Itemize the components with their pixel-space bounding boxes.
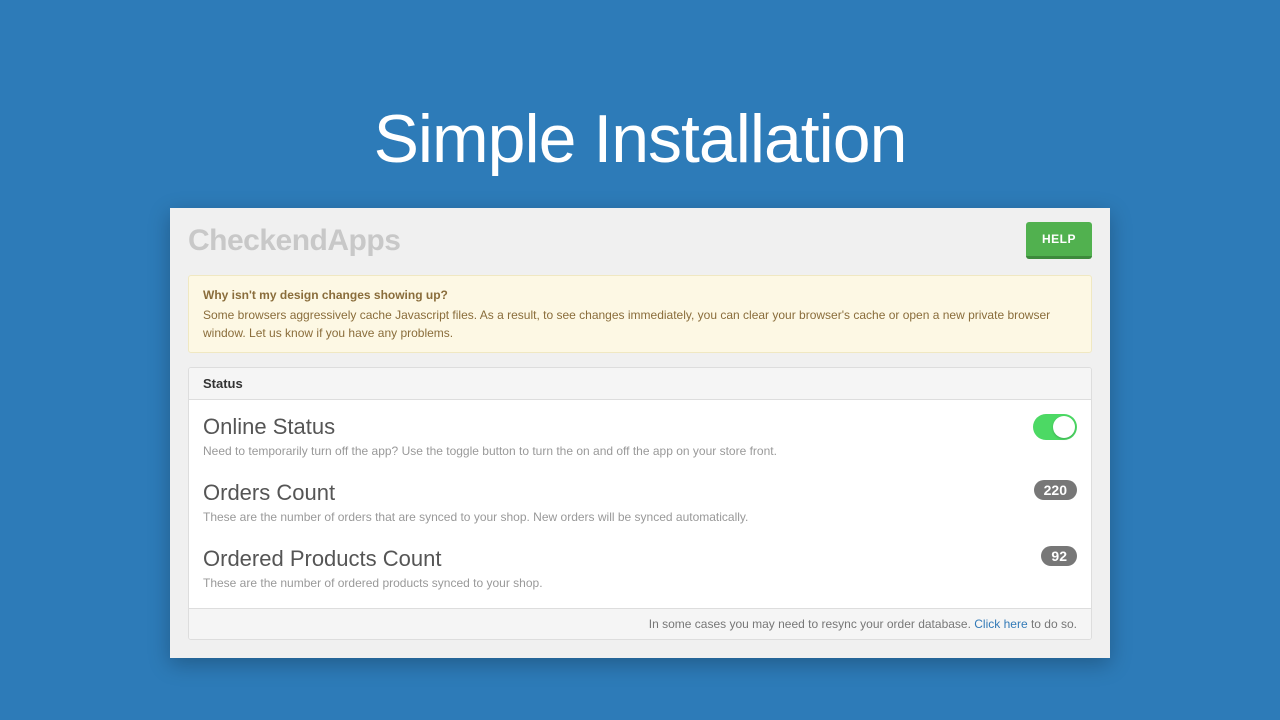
ordered-products-badge: 92: [1041, 546, 1077, 566]
online-status-row: Online Status Need to temporarily turn o…: [203, 414, 1077, 458]
ordered-products-title: Ordered Products Count: [203, 546, 543, 572]
status-card-header: Status: [189, 368, 1091, 400]
status-card: Status Online Status Need to temporarily…: [188, 367, 1092, 640]
footer-suffix: to do so.: [1028, 617, 1077, 631]
online-status-desc: Need to temporarily turn off the app? Us…: [203, 444, 777, 458]
orders-count-desc: These are the number of orders that are …: [203, 510, 748, 524]
online-status-title: Online Status: [203, 414, 777, 440]
panel-padding: [170, 640, 1110, 658]
info-alert: Why isn't my design changes showing up? …: [188, 275, 1092, 353]
orders-count-badge: 220: [1034, 480, 1077, 500]
ordered-products-desc: These are the number of ordered products…: [203, 576, 543, 590]
toggle-knob-icon: [1053, 416, 1075, 438]
resync-link[interactable]: Click here: [974, 617, 1027, 631]
status-card-body: Online Status Need to temporarily turn o…: [189, 400, 1091, 608]
hero-title: Simple Installation: [0, 0, 1280, 178]
ordered-products-row: Ordered Products Count These are the num…: [203, 546, 1077, 590]
panel-header: CheckendApps HELP: [170, 208, 1110, 269]
status-card-footer: In some cases you may need to resync you…: [189, 608, 1091, 639]
orders-count-title: Orders Count: [203, 480, 748, 506]
alert-title: Why isn't my design changes showing up?: [203, 286, 1077, 304]
footer-prefix: In some cases you may need to resync you…: [649, 617, 975, 631]
brand-logo: CheckendApps: [188, 224, 400, 258]
app-panel: CheckendApps HELP Why isn't my design ch…: [170, 208, 1110, 658]
help-button[interactable]: HELP: [1026, 222, 1092, 259]
online-status-toggle[interactable]: [1033, 414, 1077, 440]
orders-count-row: Orders Count These are the number of ord…: [203, 480, 1077, 524]
alert-body: Some browsers aggressively cache Javascr…: [203, 308, 1050, 340]
